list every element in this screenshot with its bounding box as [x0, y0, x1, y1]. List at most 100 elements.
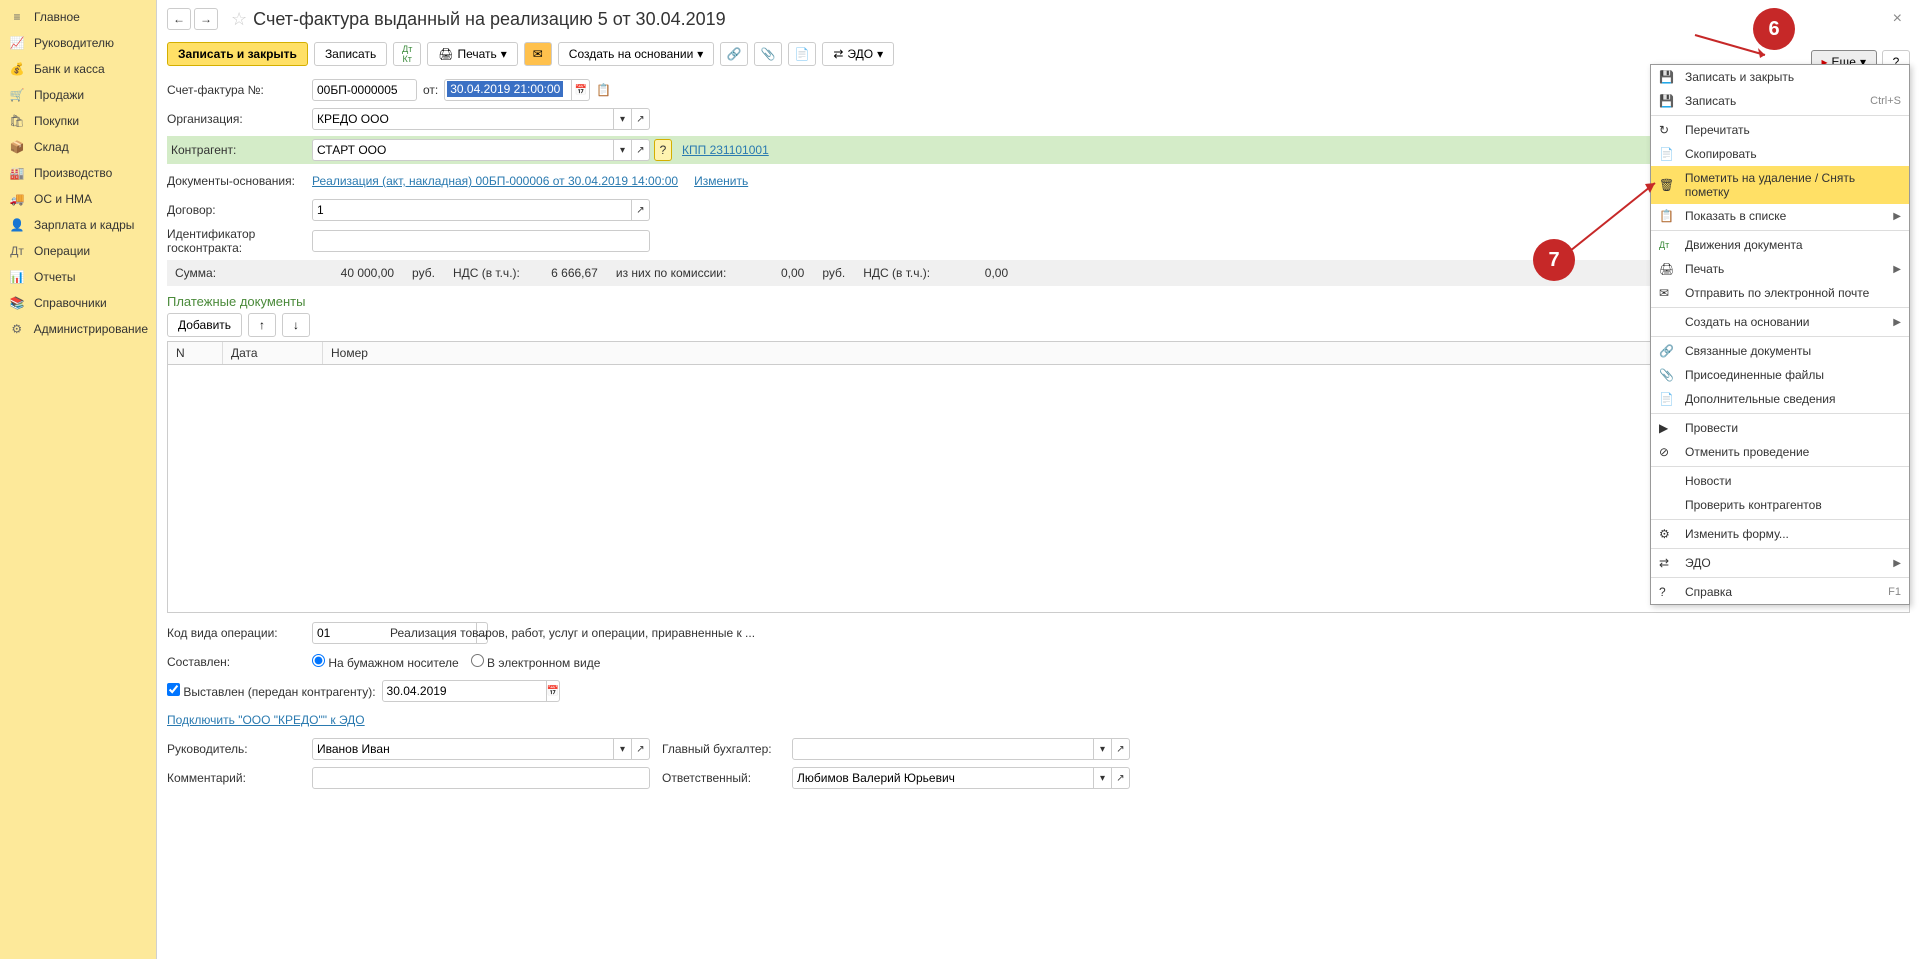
manager-open-button[interactable]: ↗: [632, 738, 650, 760]
responsible-dropdown-button[interactable]: ▾: [1094, 767, 1112, 789]
sidebar-item-manager[interactable]: 📈Руководителю: [0, 30, 156, 56]
comment-input[interactable]: [312, 767, 650, 789]
save-icon: 💾: [1659, 94, 1677, 108]
menu-unpost[interactable]: ⊘Отменить проведение: [1651, 440, 1909, 464]
sidebar-item-hr[interactable]: 👤Зарплата и кадры: [0, 212, 156, 238]
radio-electronic[interactable]: В электронном виде: [471, 654, 601, 670]
sidebar-item-bank[interactable]: 💰 Банк и касса: [0, 56, 156, 82]
menu-related[interactable]: 🔗Связанные документы: [1651, 339, 1909, 363]
contract-input[interactable]: [312, 199, 632, 221]
menu-edo[interactable]: ⇄ЭДО▶: [1651, 551, 1909, 575]
attach-button[interactable]: 📎: [754, 42, 782, 66]
menu-attached[interactable]: 📎Присоединенные файлы: [1651, 363, 1909, 387]
contract-open-button[interactable]: ↗: [632, 199, 650, 221]
vat-in-value: 6 666,67: [538, 266, 598, 280]
contract-label: Договор:: [167, 203, 312, 217]
menu-mark-delete[interactable]: 🗑Пометить на удаление / Снять пометку: [1651, 166, 1909, 204]
manager-input[interactable]: [312, 738, 614, 760]
counterparty-dropdown-button[interactable]: ▾: [614, 139, 632, 161]
number-input[interactable]: [312, 79, 417, 101]
sidebar-item-main[interactable]: ≡Главное: [0, 4, 156, 30]
save-close-button[interactable]: Записать и закрыть: [167, 42, 308, 66]
payments-heading: Платежные документы: [167, 294, 1910, 309]
org-open-button[interactable]: ↗: [632, 108, 650, 130]
responsible-open-button[interactable]: ↗: [1112, 767, 1130, 789]
vat-label-2: НДС (в т.ч.):: [863, 266, 930, 280]
calendar-button[interactable]: 📅: [572, 79, 590, 101]
manager-dropdown-button[interactable]: ▾: [614, 738, 632, 760]
basis-link[interactable]: Реализация (акт, накладная) 00БП-000006 …: [312, 174, 678, 188]
menu-edit-form[interactable]: ⚙Изменить форму...: [1651, 522, 1909, 546]
gov-id-input[interactable]: [312, 230, 650, 252]
kpp-link[interactable]: КПП 231101001: [682, 143, 769, 157]
date-input[interactable]: 30.04.2019 21:00:00: [444, 79, 572, 101]
favorite-star-icon[interactable]: ☆: [231, 9, 247, 30]
add-button[interactable]: Добавить: [167, 313, 242, 337]
org-dropdown-button[interactable]: ▾: [614, 108, 632, 130]
sidebar-item-production[interactable]: 🏭Производство: [0, 160, 156, 186]
sidebar-item-purchases[interactable]: 🛍Покупки: [0, 108, 156, 134]
create-based-button[interactable]: Создать на основании ▾: [558, 42, 715, 66]
responsible-input[interactable]: [792, 767, 1094, 789]
save-button[interactable]: Записать: [314, 42, 387, 66]
menu-check[interactable]: Проверить контрагентов: [1651, 493, 1909, 517]
menu-save[interactable]: 💾ЗаписатьCtrl+S: [1651, 89, 1909, 113]
issued-checkbox[interactable]: Выставлен (передан контрагенту):: [167, 683, 376, 699]
nav-back-button[interactable]: ←: [167, 8, 191, 30]
move-up-button[interactable]: ↑: [248, 313, 276, 337]
org-input[interactable]: [312, 108, 614, 130]
counterparty-open-button[interactable]: ↗: [632, 139, 650, 161]
edo-button[interactable]: ⇄ ЭДО ▾: [822, 42, 894, 66]
change-link[interactable]: Изменить: [694, 174, 748, 188]
nav-forward-button[interactable]: →: [194, 8, 218, 30]
sidebar-item-operations[interactable]: ДтОперации: [0, 238, 156, 264]
menu-show-list[interactable]: 📋Показать в списке▶: [1651, 204, 1909, 228]
move-down-button[interactable]: ↓: [282, 313, 310, 337]
accountant-input[interactable]: [792, 738, 1094, 760]
close-button[interactable]: ×: [1893, 10, 1902, 28]
menu-additional[interactable]: 📄Дополнительные сведения: [1651, 387, 1909, 411]
connect-edo-link[interactable]: Подключить "ООО "КРЕДО"" к ЭДО: [167, 713, 365, 727]
table-body[interactable]: [167, 365, 1910, 613]
sidebar-item-label: Зарплата и кадры: [34, 218, 134, 232]
menu-icon: ≡: [8, 10, 26, 24]
email-button[interactable]: ✉: [524, 42, 552, 66]
page-title: Счет-фактура выданный на реализацию 5 от…: [253, 9, 726, 30]
menu-post[interactable]: ▶Провести: [1651, 416, 1909, 440]
plus-icon[interactable]: 📋: [596, 83, 611, 97]
sidebar-item-warehouse[interactable]: 📦Склад: [0, 134, 156, 160]
issued-calendar-button[interactable]: 📅: [547, 680, 560, 702]
sidebar-item-sales[interactable]: 🛒Продажи: [0, 82, 156, 108]
menu-movements[interactable]: ДтДвижения документа: [1651, 233, 1909, 257]
counterparty-input[interactable]: [312, 139, 614, 161]
col-n: N: [168, 342, 223, 364]
menu-reread[interactable]: ↻Перечитать: [1651, 118, 1909, 142]
menu-create-based[interactable]: Создать на основании▶: [1651, 310, 1909, 334]
post-button[interactable]: ДтКт: [393, 42, 421, 66]
clip-icon: 📎: [1659, 368, 1677, 382]
radio-paper[interactable]: На бумажном носителе: [312, 654, 459, 670]
menu-copy[interactable]: 📄Скопировать: [1651, 142, 1909, 166]
money-icon: 💰: [8, 62, 26, 76]
related-button[interactable]: 🔗: [720, 42, 748, 66]
menu-email[interactable]: ✉Отправить по электронной почте: [1651, 281, 1909, 305]
accountant-open-button[interactable]: ↗: [1112, 738, 1130, 760]
issued-date-input[interactable]: [382, 680, 547, 702]
sidebar-item-admin[interactable]: ⚙Администрирование: [0, 316, 156, 342]
sidebar-item-label: Руководителю: [34, 36, 114, 50]
sidebar-item-reports[interactable]: 📊Отчеты: [0, 264, 156, 290]
sidebar-item-references[interactable]: 📚Справочники: [0, 290, 156, 316]
sidebar-item-assets[interactable]: 🚚ОС и НМА: [0, 186, 156, 212]
menu-news[interactable]: Новости: [1651, 469, 1909, 493]
menu-help[interactable]: ?СправкаF1: [1651, 580, 1909, 604]
sidebar-item-label: Банк и касса: [34, 62, 105, 76]
sidebar-item-label: Справочники: [34, 296, 107, 310]
annotation-badge-7: 7: [1533, 239, 1575, 281]
info-button[interactable]: 📄: [788, 42, 816, 66]
sidebar-item-label: Продажи: [34, 88, 84, 102]
menu-save-close[interactable]: 💾Записать и закрыть: [1651, 65, 1909, 89]
print-button[interactable]: 🖨 Печать ▾: [427, 42, 518, 66]
menu-print[interactable]: 🖨Печать▶: [1651, 257, 1909, 281]
accountant-dropdown-button[interactable]: ▾: [1094, 738, 1112, 760]
counterparty-help-button[interactable]: ?: [654, 139, 672, 161]
